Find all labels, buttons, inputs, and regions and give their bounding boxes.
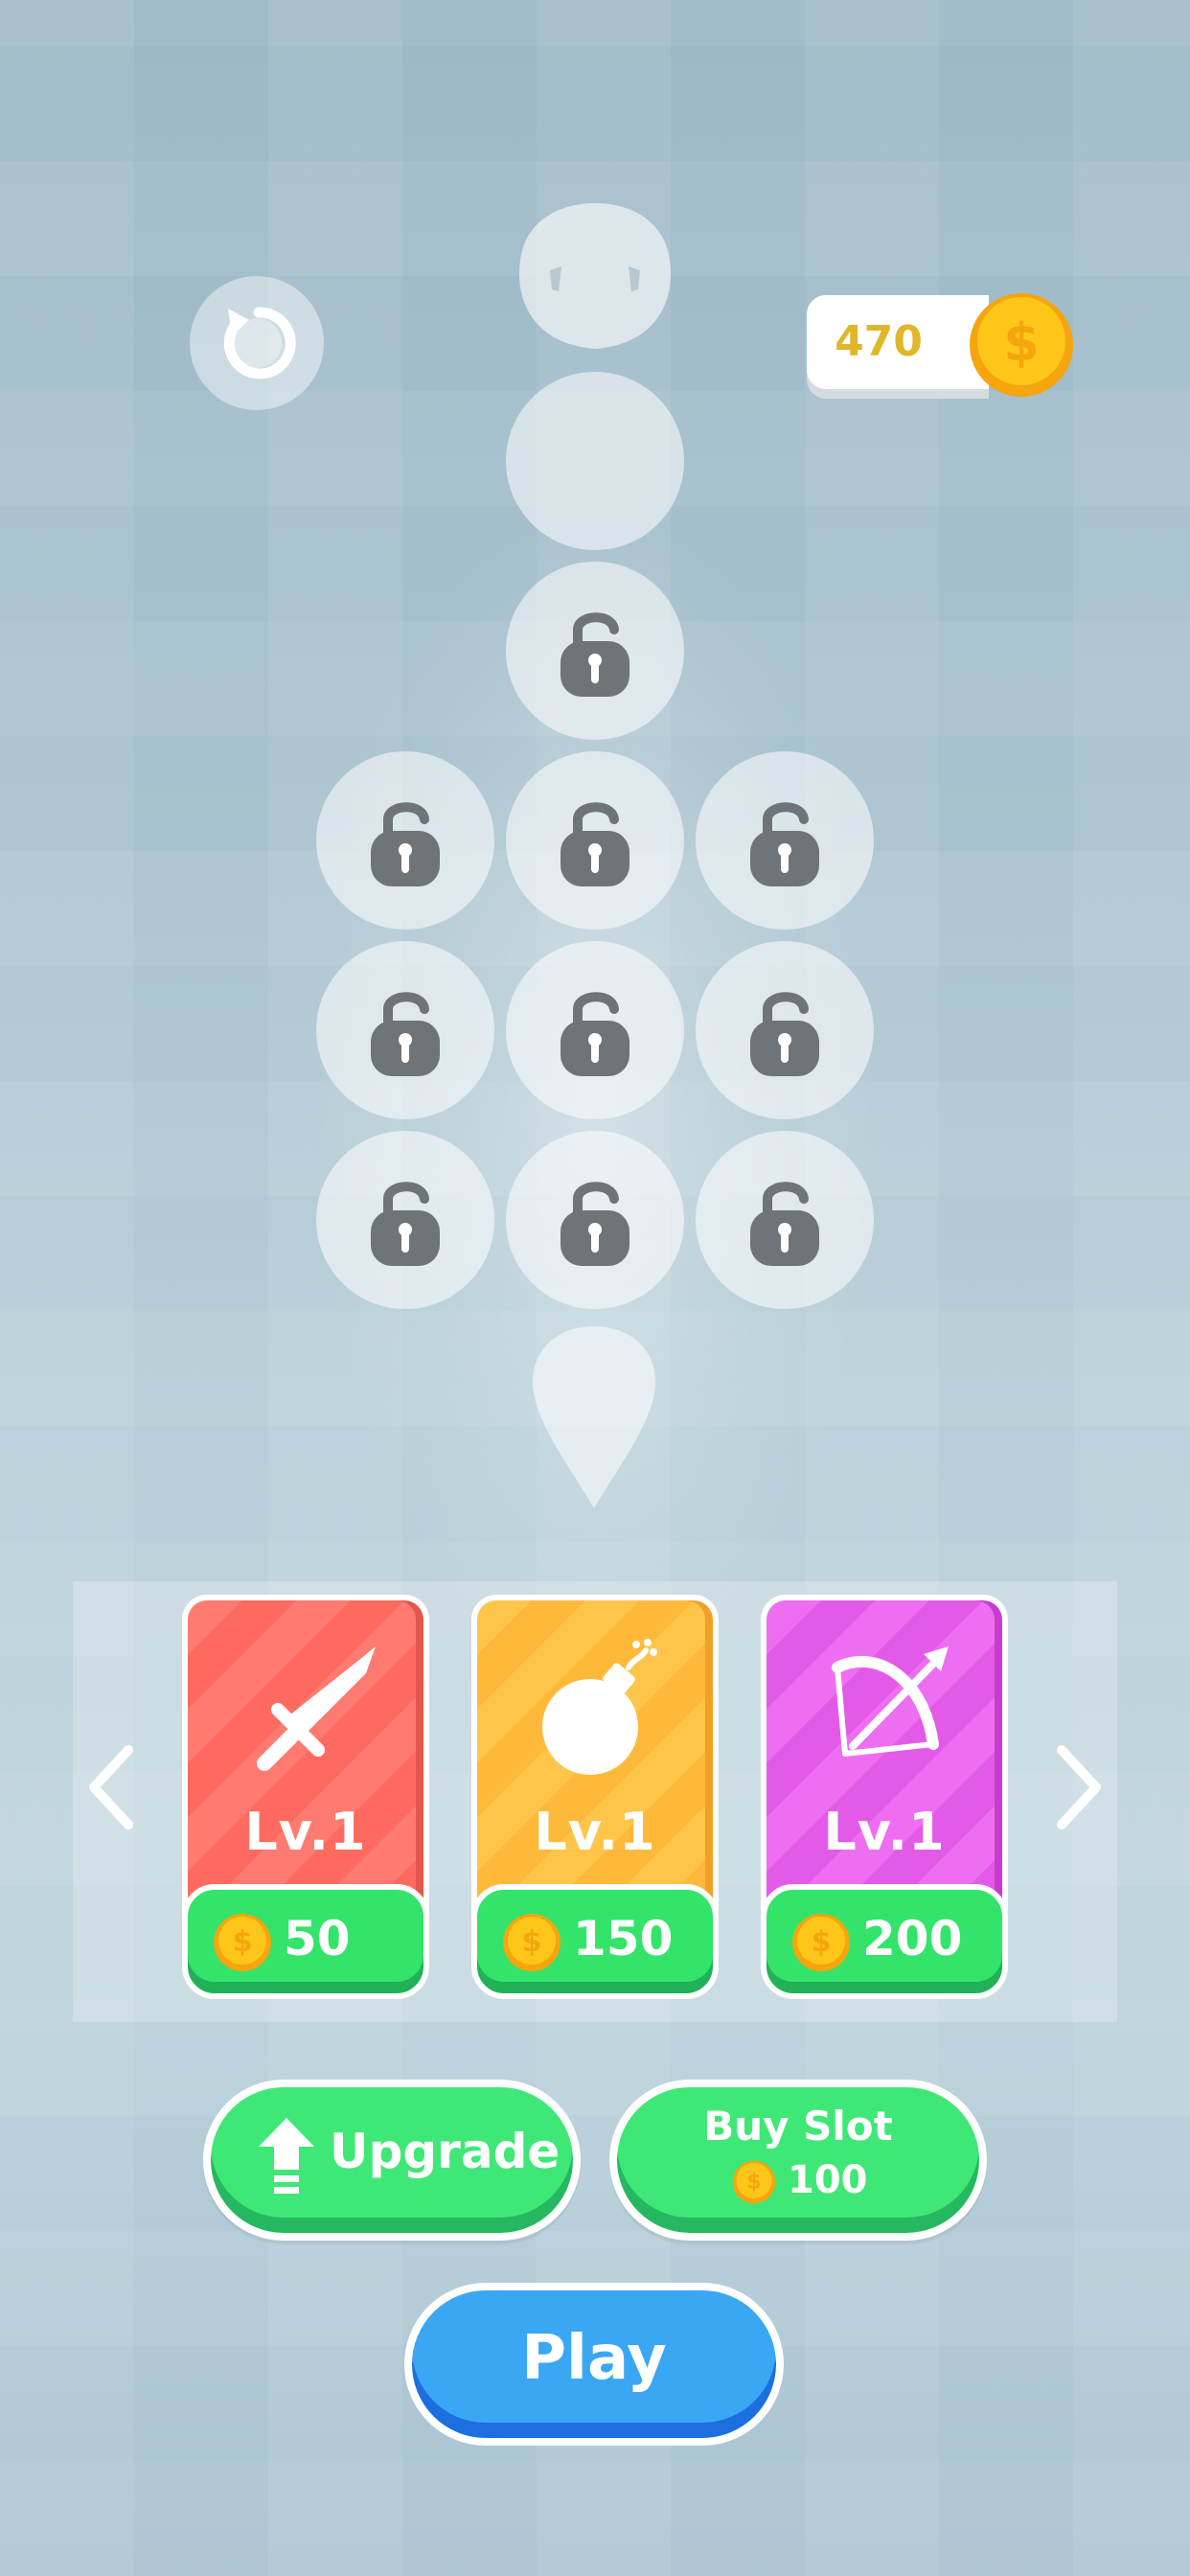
card-face: Lv.1 bbox=[761, 1595, 1008, 1911]
svg-text:$: $ bbox=[746, 2170, 761, 2195]
coin-amount: 470 bbox=[835, 317, 923, 366]
coin-icon: $ bbox=[732, 2160, 776, 2204]
chevron-left-icon[interactable] bbox=[77, 1735, 144, 1840]
unlock-icon bbox=[371, 1182, 440, 1266]
play-button[interactable]: Play bbox=[404, 2283, 784, 2446]
locked-slot[interactable] bbox=[506, 562, 684, 740]
unlock-icon bbox=[561, 802, 629, 886]
coin-counter: 470 bbox=[807, 295, 989, 389]
card-price-button[interactable]: $ 150 bbox=[471, 1884, 719, 1999]
locked-slot[interactable] bbox=[696, 941, 874, 1119]
card-price: 200 bbox=[862, 1911, 963, 1966]
snake-neck-slot bbox=[506, 372, 684, 550]
coin-icon: $ bbox=[792, 1914, 850, 1971]
svg-text:$: $ bbox=[522, 1925, 542, 1959]
shop-card-bomb[interactable]: Lv.1 $ 150 bbox=[471, 1595, 719, 2003]
locked-slot[interactable] bbox=[316, 941, 494, 1119]
unlock-icon bbox=[750, 992, 819, 1076]
svg-text:$: $ bbox=[1003, 312, 1040, 373]
unlock-icon bbox=[371, 802, 440, 886]
unlock-icon bbox=[561, 1182, 629, 1266]
locked-slot[interactable] bbox=[316, 1131, 494, 1309]
locked-slot[interactable] bbox=[506, 751, 684, 930]
card-face: Lv.1 bbox=[471, 1595, 719, 1911]
arrow-up-icon bbox=[259, 2118, 314, 2194]
snake-head bbox=[518, 203, 672, 349]
snake-tail bbox=[533, 1326, 655, 1508]
unlock-icon bbox=[750, 1182, 819, 1266]
bomb-icon bbox=[542, 1639, 657, 1775]
restart-icon bbox=[223, 307, 296, 380]
buy-slot-price: 100 bbox=[788, 2158, 868, 2202]
coin-icon: $ bbox=[503, 1914, 561, 1971]
upgrade-button[interactable]: Upgrade bbox=[203, 2080, 581, 2241]
locked-slot[interactable] bbox=[506, 1131, 684, 1309]
shop-card-sword[interactable]: Lv.1 $ 50 bbox=[182, 1595, 429, 2003]
svg-text:$: $ bbox=[812, 1925, 832, 1959]
unlock-icon bbox=[371, 992, 440, 1076]
locked-slot[interactable] bbox=[696, 1131, 874, 1309]
coin-icon: $ bbox=[970, 293, 1073, 397]
svg-text:$: $ bbox=[233, 1925, 253, 1959]
card-level: Lv.1 bbox=[823, 1802, 946, 1862]
unlock-icon bbox=[561, 992, 629, 1076]
card-level: Lv.1 bbox=[534, 1802, 656, 1862]
bow-icon bbox=[832, 1646, 949, 1757]
card-level: Lv.1 bbox=[244, 1802, 367, 1862]
unlock-icon bbox=[561, 612, 629, 697]
upgrade-label: Upgrade bbox=[330, 2124, 561, 2179]
card-face: Lv.1 bbox=[182, 1595, 429, 1911]
buy-slot-button[interactable]: Buy Slot $ 100 bbox=[609, 2080, 987, 2241]
locked-slot[interactable] bbox=[696, 751, 874, 930]
unlock-icon bbox=[750, 802, 819, 886]
coin-icon: $ bbox=[214, 1914, 271, 1971]
chevron-right-icon[interactable] bbox=[1046, 1735, 1113, 1840]
locked-slot[interactable] bbox=[316, 751, 494, 930]
card-price-button[interactable]: $ 200 bbox=[761, 1884, 1008, 1999]
shop-card-bow[interactable]: Lv.1 $ 200 bbox=[761, 1595, 1008, 2003]
card-price: 150 bbox=[573, 1911, 674, 1966]
sword-icon bbox=[257, 1646, 376, 1771]
card-price-button[interactable]: $ 50 bbox=[182, 1884, 429, 1999]
buy-slot-label: Buy Slot bbox=[703, 2103, 893, 2150]
card-price: 50 bbox=[284, 1911, 351, 1966]
locked-slot[interactable] bbox=[506, 941, 684, 1119]
restart-button[interactable] bbox=[190, 276, 324, 410]
play-label: Play bbox=[521, 2323, 667, 2394]
